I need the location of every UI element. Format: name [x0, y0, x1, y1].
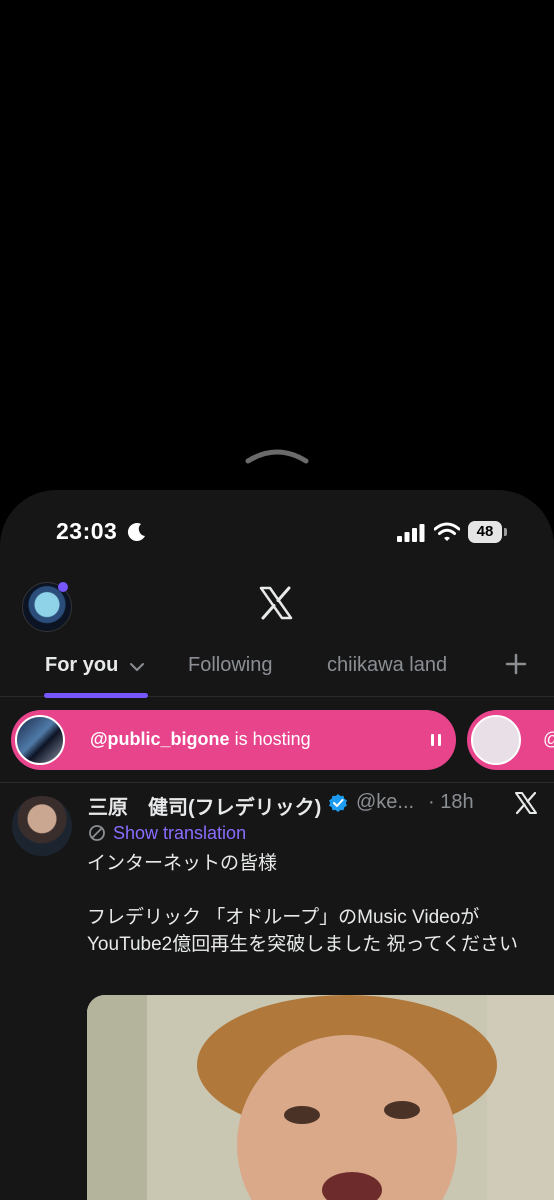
tab-for-you[interactable]: For you — [45, 654, 118, 677]
divider — [0, 782, 554, 783]
space-card-hosting[interactable]: @public_bigone is hosting — [11, 710, 456, 770]
wifi-icon — [434, 522, 460, 541]
active-tab-indicator — [44, 693, 148, 698]
space-host-avatar — [15, 715, 65, 765]
notification-dot — [58, 582, 68, 592]
battery-tip — [504, 528, 507, 536]
space-host-text: @public_bigone is hosting — [90, 729, 311, 750]
tweet-timestamp: · 18h — [428, 791, 474, 813]
space-host-suffix: is hosting — [229, 729, 311, 749]
tab-chiikawa-land[interactable]: chiikawa land — [327, 654, 447, 677]
x-logo-icon — [259, 586, 293, 620]
translate-icon — [89, 825, 105, 841]
app-sheet: 23:03 48 For you Following chiikawa land — [0, 490, 554, 1200]
verified-badge-icon — [329, 794, 347, 812]
space-card-second[interactable]: @ — [467, 710, 554, 770]
space-host-handle: @public_bigone — [90, 729, 230, 749]
space-second-avatar — [471, 715, 521, 765]
tweet-author-name[interactable]: 三原 健司(フレデリック) — [88, 791, 321, 820]
add-tab-plus-icon[interactable] — [505, 653, 527, 675]
space-second-text: @ — [543, 729, 554, 750]
show-translation-link[interactable]: Show translation — [113, 823, 246, 844]
tweet-author-handle[interactable]: @ke... — [356, 791, 414, 814]
chevron-down-icon[interactable] — [129, 662, 145, 672]
tweet-author-avatar[interactable] — [12, 796, 72, 856]
status-time: 23:03 — [56, 518, 118, 544]
video-frame-image — [87, 995, 554, 1200]
pause-icon[interactable] — [428, 732, 444, 748]
x-logo-small-icon[interactable] — [514, 791, 538, 815]
battery-level: 48 — [468, 521, 502, 543]
timeline-tabs: For you Following chiikawa land — [0, 640, 554, 697]
moon-icon — [127, 523, 145, 542]
tab-following[interactable]: Following — [188, 654, 272, 677]
battery-icon: 48 — [468, 521, 508, 543]
signal-icon — [397, 524, 425, 542]
sheet-grabber-chevron-icon[interactable] — [244, 447, 310, 465]
tweet-body-text: インターネットの皆様 フレデリック 「オドループ」のMusic Videoが Y… — [87, 853, 518, 955]
tweet-video-thumbnail[interactable] — [87, 995, 554, 1200]
